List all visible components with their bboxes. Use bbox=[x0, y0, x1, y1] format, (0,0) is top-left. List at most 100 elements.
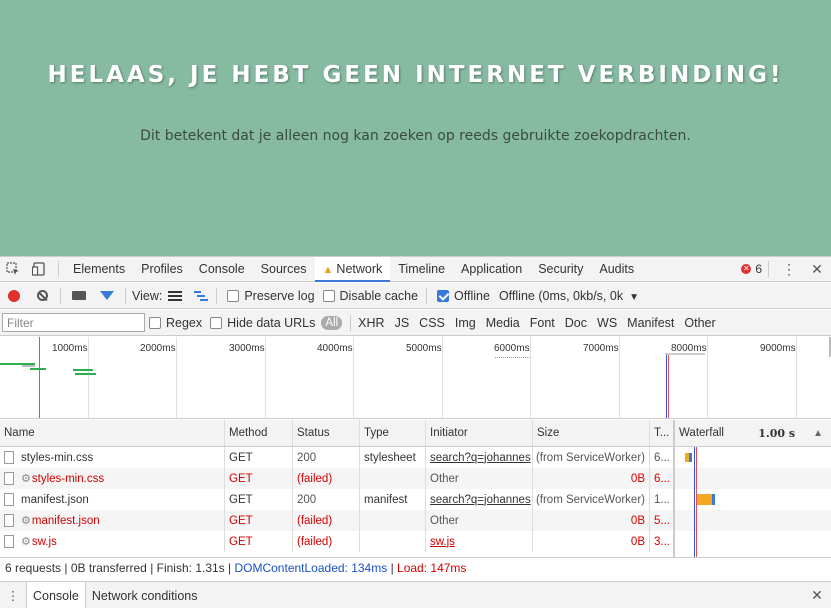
timeline-overview[interactable]: 1000ms 2000ms 3000ms 4000ms 5000ms 6000m… bbox=[0, 337, 831, 419]
chevron-down-icon: ▼ bbox=[629, 291, 639, 303]
close-devtools-icon[interactable]: ✕ bbox=[803, 261, 831, 278]
tab-audits[interactable]: Audits bbox=[591, 257, 642, 282]
offline-page: HELAAS, JE HEBT GEEN INTERNET VERBINDING… bbox=[0, 0, 831, 256]
table-row[interactable]: ⚙ styles-min.css GET (failed) Other 0B 6.… bbox=[0, 468, 831, 489]
row-name-cell: styles-min.css bbox=[0, 447, 225, 468]
filter-media[interactable]: Media bbox=[481, 316, 525, 330]
drawer-menu-icon[interactable]: ⋮ bbox=[0, 588, 26, 603]
table-row[interactable]: manifest.json GET 200 manifest search?q=… bbox=[0, 489, 831, 510]
overview-tick: 9000ms bbox=[760, 343, 796, 354]
filter-js[interactable]: JS bbox=[390, 316, 415, 330]
filter-xhr[interactable]: XHR bbox=[353, 316, 389, 330]
col-size[interactable]: Size bbox=[533, 420, 650, 446]
filter-all-button[interactable]: All bbox=[321, 315, 343, 330]
tab-security[interactable]: Security bbox=[530, 257, 591, 282]
row-name-cell: ⚙ styles-min.css bbox=[0, 468, 225, 489]
waterfall-dcl-line bbox=[694, 447, 695, 557]
row-method: GET bbox=[225, 447, 293, 468]
tab-timeline[interactable]: Timeline bbox=[390, 257, 453, 282]
col-method[interactable]: Method bbox=[225, 420, 293, 446]
tab-network-label: Network bbox=[336, 261, 383, 276]
disable-cache-checkbox[interactable] bbox=[322, 289, 335, 302]
filter-input[interactable]: Filter bbox=[2, 313, 145, 332]
tab-profiles[interactable]: Profiles bbox=[133, 257, 191, 282]
regex-checkbox[interactable] bbox=[149, 316, 161, 329]
large-rows-icon[interactable] bbox=[168, 290, 183, 301]
tabbar-divider bbox=[58, 261, 59, 277]
filter-other[interactable]: Other bbox=[679, 316, 720, 330]
row-type: manifest bbox=[360, 489, 426, 510]
summary-load: Load: 147ms bbox=[397, 561, 467, 575]
filter-icon bbox=[100, 291, 114, 300]
summary-main: 6 requests | 0B transferred | Finish: 1.… bbox=[5, 561, 235, 575]
row-initiator[interactable]: search?q=johannes bbox=[426, 447, 533, 468]
table-row[interactable]: ⚙ sw.js GET (failed) sw.js 0B 3... bbox=[0, 531, 831, 552]
overview-gridline bbox=[176, 337, 177, 418]
row-initiator[interactable]: search?q=johannes bbox=[426, 489, 533, 510]
filter-css[interactable]: CSS bbox=[414, 316, 450, 330]
preserve-log-checkbox[interactable] bbox=[227, 289, 240, 302]
row-initiator: Other bbox=[426, 510, 533, 531]
tab-console[interactable]: Console bbox=[191, 257, 253, 282]
overview-gridline bbox=[88, 337, 89, 418]
preserve-log-label: Preserve log bbox=[244, 288, 315, 303]
col-initiator[interactable]: Initiator bbox=[426, 420, 533, 446]
row-name: styles-min.css bbox=[21, 451, 94, 464]
overview-gridline bbox=[796, 337, 797, 418]
error-count: 6 bbox=[755, 262, 762, 276]
filter-font[interactable]: Font bbox=[525, 316, 560, 330]
drawer-tab-network-conditions[interactable]: Network conditions bbox=[86, 582, 204, 608]
disable-cache-label: Disable cache bbox=[339, 288, 419, 303]
hide-data-urls-checkbox[interactable] bbox=[210, 316, 223, 329]
overview-icon[interactable] bbox=[194, 290, 209, 301]
col-time[interactable]: T... bbox=[650, 420, 675, 446]
requests-table: Name Method Status Type Initiator Size T… bbox=[0, 420, 831, 557]
device-mode-icon[interactable] bbox=[26, 257, 52, 282]
table-header: Name Method Status Type Initiator Size T… bbox=[0, 420, 831, 447]
inspect-element-icon[interactable] bbox=[0, 257, 26, 282]
col-waterfall[interactable]: Waterfall 1.00 s ▲ bbox=[675, 420, 831, 446]
toolbar-divider bbox=[60, 287, 61, 304]
tab-network[interactable]: ▲ Network bbox=[314, 256, 391, 282]
row-name-cell: ⚙ manifest.json bbox=[0, 510, 225, 531]
filter-bar: Filter Regex Hide data URLs All XHR JS C… bbox=[0, 310, 831, 336]
tab-sources[interactable]: Sources bbox=[253, 257, 315, 282]
filter-toggle-button[interactable] bbox=[93, 283, 121, 309]
more-options-icon[interactable]: ⋮ bbox=[775, 261, 803, 278]
filter-doc[interactable]: Doc bbox=[560, 316, 592, 330]
clear-button[interactable] bbox=[28, 283, 56, 309]
filter-ws[interactable]: WS bbox=[592, 316, 622, 330]
row-name: styles-min.css bbox=[31, 472, 105, 485]
sort-asc-icon: ▲ bbox=[813, 427, 823, 439]
row-time: 3... bbox=[650, 531, 675, 552]
overview-gridline bbox=[707, 337, 708, 418]
error-count-badge[interactable]: ✕ 6 bbox=[741, 262, 762, 276]
throttle-select[interactable]: Offline (0ms, 0kb/s, 0k ▼ bbox=[499, 289, 639, 303]
row-initiator[interactable]: sw.js bbox=[426, 531, 533, 552]
row-status: 200 bbox=[293, 447, 360, 468]
tab-application[interactable]: Application bbox=[453, 257, 530, 282]
col-type[interactable]: Type bbox=[360, 420, 426, 446]
close-drawer-icon[interactable]: ✕ bbox=[803, 587, 831, 604]
file-icon bbox=[4, 493, 14, 506]
file-icon bbox=[4, 451, 14, 464]
filter-manifest[interactable]: Manifest bbox=[622, 316, 679, 330]
col-status[interactable]: Status bbox=[293, 420, 360, 446]
service-worker-icon: ⚙ bbox=[21, 536, 31, 548]
col-name[interactable]: Name bbox=[0, 420, 225, 446]
row-waterfall bbox=[675, 489, 831, 510]
row-waterfall bbox=[675, 468, 831, 489]
col-waterfall-label: Waterfall bbox=[679, 427, 724, 439]
table-row[interactable]: ⚙ manifest.json GET (failed) Other 0B 5..… bbox=[0, 510, 831, 531]
page-heading: HELAAS, JE HEBT GEEN INTERNET VERBINDING… bbox=[47, 62, 784, 88]
screenshot-button[interactable] bbox=[65, 283, 93, 309]
drawer-tab-console[interactable]: Console bbox=[26, 581, 86, 608]
filter-img[interactable]: Img bbox=[450, 316, 481, 330]
tab-elements[interactable]: Elements bbox=[65, 257, 133, 282]
filter-placeholder: Filter bbox=[7, 315, 34, 330]
record-button[interactable] bbox=[0, 283, 28, 309]
overview-request-bar bbox=[22, 365, 35, 367]
offline-checkbox[interactable] bbox=[437, 289, 450, 302]
warning-icon: ▲ bbox=[322, 263, 334, 276]
table-row[interactable]: styles-min.css GET 200 stylesheet search… bbox=[0, 447, 831, 468]
